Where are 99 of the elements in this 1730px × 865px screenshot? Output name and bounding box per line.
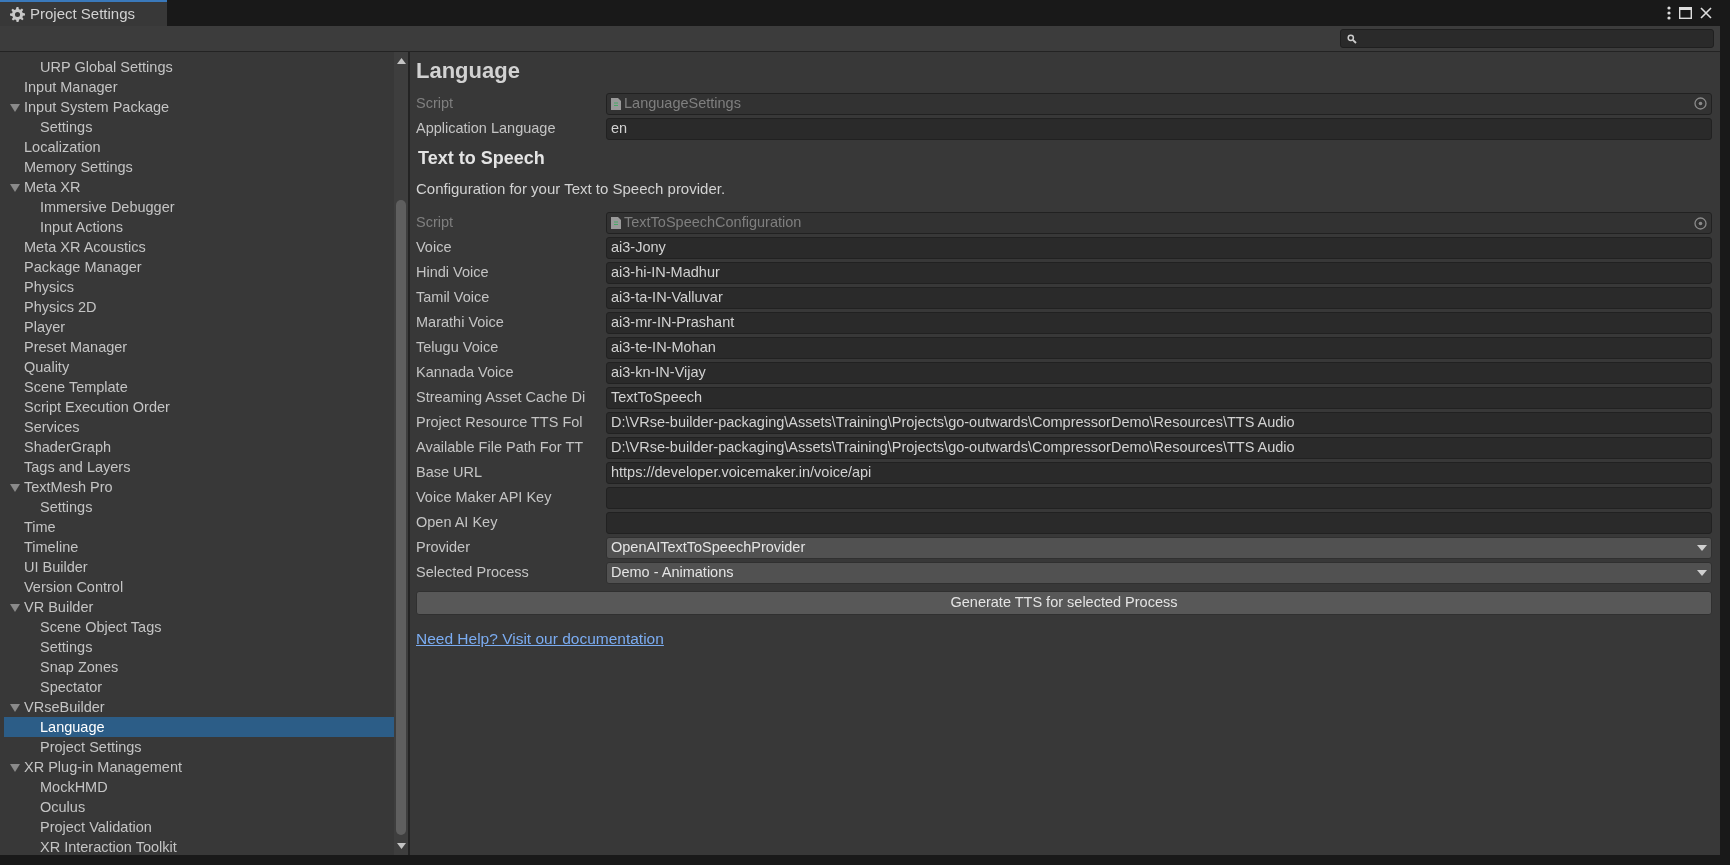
sidebar-item[interactable]: URP Global Settings (4, 57, 394, 77)
object-field: LanguageSettings (606, 92, 1712, 115)
caret-icon (1697, 570, 1707, 576)
sidebar-item[interactable]: Project Validation (4, 817, 394, 837)
field-label: Provider (416, 538, 471, 558)
sidebar-item[interactable]: MockHMD (4, 777, 394, 797)
sidebar-item[interactable]: Services (4, 417, 394, 437)
sidebar-item[interactable]: Physics (4, 277, 394, 297)
section-description: Configuration for your Text to Speech provider. (416, 179, 727, 199)
more-options-icon[interactable] (1667, 6, 1671, 20)
sidebar-item[interactable]: Oculus (4, 797, 394, 817)
expand-arrow-icon[interactable] (10, 182, 20, 192)
field-label: Voice (416, 238, 453, 258)
field-label: Script (416, 213, 455, 233)
sidebar-item[interactable]: Settings (4, 637, 394, 657)
sidebar-item[interactable]: Snap Zones (4, 657, 394, 677)
text-field[interactable]: ai3-Jony (606, 237, 1712, 259)
sidebar-item[interactable]: Script Execution Order (4, 397, 394, 417)
field-label: Hindi Voice (416, 263, 490, 283)
sidebar-item[interactable]: Scene Template (4, 377, 394, 397)
field-label: Base URL (416, 463, 484, 483)
sidebar-item[interactable]: Player (4, 317, 394, 337)
text-field[interactable]: D:\VRse-builder-packaging\Assets\Training\Projects\go-outwards\CompressorDemo\Resources\TTS Audio (606, 437, 1712, 459)
sidebar-item[interactable]: Package Manager (4, 257, 394, 277)
sidebar-item[interactable]: Time (4, 517, 394, 537)
dropdown[interactable]: Demo - Animations (606, 562, 1712, 584)
documentation-link[interactable]: Need Help? Visit our documentation (416, 626, 664, 650)
sidebar-item[interactable]: XR Interaction Toolkit (4, 837, 394, 855)
maximize-icon[interactable] (1679, 7, 1692, 19)
text-field[interactable]: TextToSpeech (606, 387, 1712, 409)
sidebar-item[interactable]: Memory Settings (4, 157, 394, 177)
page-title: Language (416, 57, 521, 85)
sidebar-item[interactable]: Project Settings (4, 737, 394, 757)
scroll-up-icon[interactable] (396, 58, 406, 64)
sidebar-item[interactable]: VR Builder (4, 597, 394, 617)
sidebar-item[interactable]: UI Builder (4, 557, 394, 577)
sidebar-item[interactable]: Timeline (4, 537, 394, 557)
text-field[interactable]: ai3-ta-IN-Valluvar (606, 287, 1712, 309)
sidebar-item[interactable]: Meta XR Acoustics (4, 237, 394, 257)
dropdown[interactable]: OpenAITextToSpeechProvider (606, 537, 1712, 559)
sidebar-item[interactable]: Quality (4, 357, 394, 377)
sidebar-item[interactable]: VRseBuilder (4, 697, 394, 717)
expand-arrow-icon[interactable] (10, 482, 20, 492)
text-field[interactable]: ai3-hi-IN-Madhur (606, 262, 1712, 284)
text-field[interactable]: D:\VRse-builder-packaging\Assets\Training\Projects\go-outwards\CompressorDemo\Resources\TTS Audio (606, 412, 1712, 434)
field-label: Project Resource TTS Fol (416, 413, 584, 433)
expand-arrow-icon[interactable] (10, 102, 20, 112)
script-file-icon (611, 97, 621, 110)
sidebar-item[interactable]: Localization (4, 137, 394, 157)
expand-arrow-icon[interactable] (10, 602, 20, 612)
sidebar-item[interactable]: Physics 2D (4, 297, 394, 317)
script-file-icon (611, 217, 621, 229)
scroll-down-icon[interactable] (396, 843, 406, 849)
object-field: TextToSpeechConfiguration (606, 212, 1712, 234)
text-field[interactable]: ai3-te-IN-Mohan (606, 337, 1712, 359)
close-icon[interactable] (1700, 7, 1712, 19)
scroll-thumb[interactable] (396, 200, 406, 835)
sidebar-item[interactable]: Spectator (4, 677, 394, 697)
settings-icon (10, 6, 25, 22)
sidebar-item[interactable]: Input System Package (4, 97, 394, 117)
field-label: Telugu Voice (416, 338, 500, 358)
text-field[interactable]: https://developer.voicemaker.in/voice/api (606, 462, 1712, 484)
sidebar-item[interactable]: Meta XR (4, 177, 394, 197)
sidebar-item[interactable]: ShaderGraph (4, 437, 394, 457)
field-label: Marathi Voice (416, 313, 505, 333)
field-label: Tamil Voice (416, 288, 491, 308)
text-field[interactable]: ai3-mr-IN-Prashant (606, 312, 1712, 334)
scrollbar[interactable] (394, 52, 408, 855)
field-label: Streaming Asset Cache Di (416, 388, 587, 408)
sidebar-item[interactable]: Version Control (4, 577, 394, 597)
field-label: Open AI Key (416, 513, 499, 533)
sidebar-item[interactable]: Scene Object Tags (4, 617, 394, 637)
expand-arrow-icon[interactable] (10, 762, 20, 772)
sidebar-item[interactable]: TextMesh Pro (4, 477, 394, 497)
sidebar-item[interactable]: Tags and Layers (4, 457, 394, 477)
sidebar-item[interactable]: XR Plug-in Management (4, 757, 394, 777)
sidebar-item[interactable]: Settings (4, 117, 394, 137)
sidebar-item[interactable]: Language (4, 717, 394, 737)
sidebar-item[interactable]: Preset Manager (4, 337, 394, 357)
window-title: Project Settings (30, 3, 136, 24)
generate-button[interactable]: Generate TTS for selected Process (416, 590, 1712, 615)
text-field[interactable]: en (606, 117, 1712, 140)
sidebar-item[interactable]: Input Actions (4, 217, 394, 237)
section-title: Text to Speech (418, 147, 546, 170)
field-label: Selected Process (416, 563, 530, 583)
field-label: Kannada Voice (416, 363, 515, 383)
sidebar-item[interactable]: Immersive Debugger (4, 197, 394, 217)
field-label: Script (416, 93, 455, 113)
search-icon (1347, 33, 1357, 44)
expand-arrow-icon[interactable] (10, 702, 20, 712)
sidebar-item[interactable]: Settings (4, 497, 394, 517)
sidebar-item[interactable]: Input Manager (4, 77, 394, 97)
caret-icon (1697, 545, 1707, 551)
text-field[interactable]: ai3-kn-IN-Vijay (606, 362, 1712, 384)
field-label: Available File Path For TT (416, 438, 585, 458)
field-label: Application Language (416, 118, 557, 138)
field-label: Voice Maker API Key (416, 488, 553, 508)
window-tab[interactable]: Project Settings (0, 0, 167, 26)
search-field[interactable] (1340, 29, 1714, 48)
